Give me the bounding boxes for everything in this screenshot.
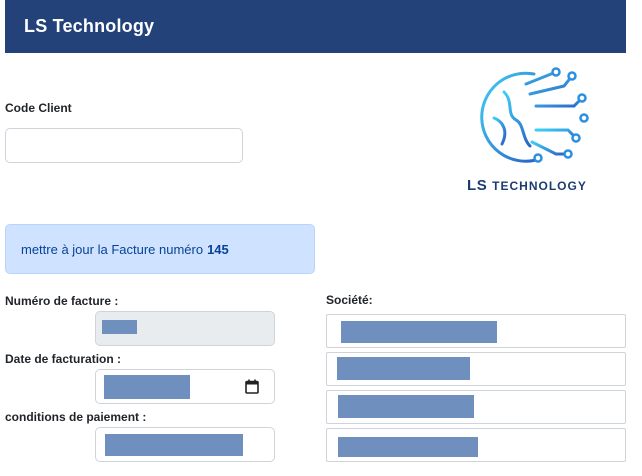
redacted-value xyxy=(102,320,137,334)
redacted-value xyxy=(338,437,478,457)
redacted-value xyxy=(337,357,470,380)
redacted-value xyxy=(338,395,474,418)
calendar-icon[interactable] xyxy=(245,379,259,394)
top-navbar: LS Technology xyxy=(5,0,626,53)
alert-invoice-number: 145 xyxy=(207,241,229,257)
redacted-value xyxy=(105,434,243,456)
redacted-value xyxy=(341,321,497,343)
invoice-date-label: Date de facturation : xyxy=(5,352,122,366)
navbar-brand[interactable]: LS Technology xyxy=(24,16,154,37)
company-field-2[interactable] xyxy=(326,352,626,386)
code-client-input[interactable] xyxy=(5,128,243,163)
company-label: Société: xyxy=(326,293,373,307)
payment-terms-input[interactable] xyxy=(95,427,275,462)
redacted-value xyxy=(104,375,190,399)
company-field-4[interactable] xyxy=(326,428,626,462)
company-field-3[interactable] xyxy=(326,390,626,424)
payment-terms-label: conditions de paiement : xyxy=(5,410,147,424)
update-invoice-alert: mettre à jour la Facture numéro 145 xyxy=(5,224,315,274)
invoice-number-field xyxy=(95,311,275,346)
company-field-1[interactable] xyxy=(326,314,626,348)
alert-text: mettre à jour la Facture numéro xyxy=(21,241,204,257)
invoice-date-input[interactable] xyxy=(95,369,275,404)
logo-wordmark-primary: LS xyxy=(467,177,488,194)
logo-wordmark: LS TECHNOLOGY xyxy=(467,177,587,194)
code-client-label: Code Client xyxy=(5,101,72,115)
logo-wordmark-secondary: TECHNOLOGY xyxy=(492,179,587,193)
invoice-number-label: Numéro de facture : xyxy=(5,294,119,308)
